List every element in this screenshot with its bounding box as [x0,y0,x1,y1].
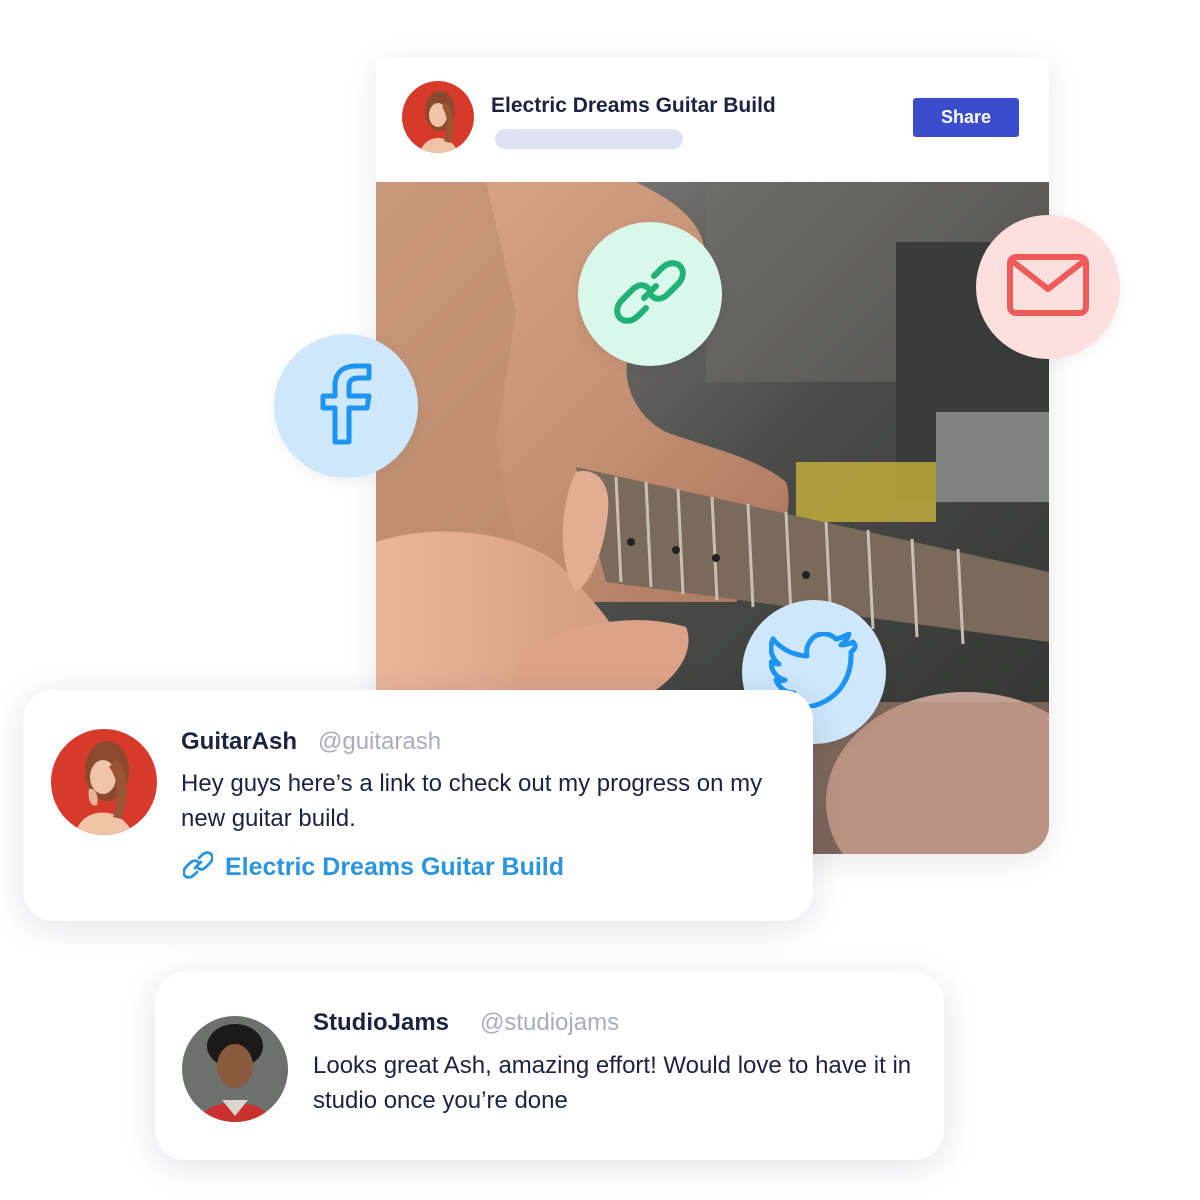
comment-link-text[interactable]: Electric Dreams Guitar Build [225,853,564,882]
avatar[interactable] [182,1016,288,1122]
comment-card: StudioJams @studiojams Looks great Ash, … [155,972,944,1160]
post-author-avatar[interactable] [402,81,474,153]
share-email-button[interactable] [976,215,1120,359]
post-title[interactable]: Electric Dreams Guitar Build [491,94,776,118]
share-button[interactable]: Share [913,98,1019,137]
comment-author-name[interactable]: StudioJams [313,1009,449,1037]
comment-text: Looks great Ash, amazing effort! Would l… [313,1052,912,1114]
post-header: Electric Dreams Guitar Build Share [376,58,1049,182]
comment-text: Hey guys here’s a link to check out my p… [181,770,763,832]
mail-icon [1006,253,1090,322]
comment-author-handle[interactable]: @guitarash [318,728,441,756]
link-icon [610,252,690,337]
comment-card: GuitarAsh @guitarash Hey guys here’s a l… [23,690,813,921]
facebook-icon [317,362,375,451]
link-icon [182,850,214,885]
avatar[interactable] [51,729,157,835]
share-link-button[interactable] [578,222,722,366]
share-facebook-button[interactable] [274,334,418,478]
post-subtitle-placeholder [495,129,683,149]
comment-author-handle[interactable]: @studiojams [480,1009,619,1037]
comment-link[interactable]: Electric Dreams Guitar Build [182,850,564,885]
comment-author-name[interactable]: GuitarAsh [181,728,297,756]
